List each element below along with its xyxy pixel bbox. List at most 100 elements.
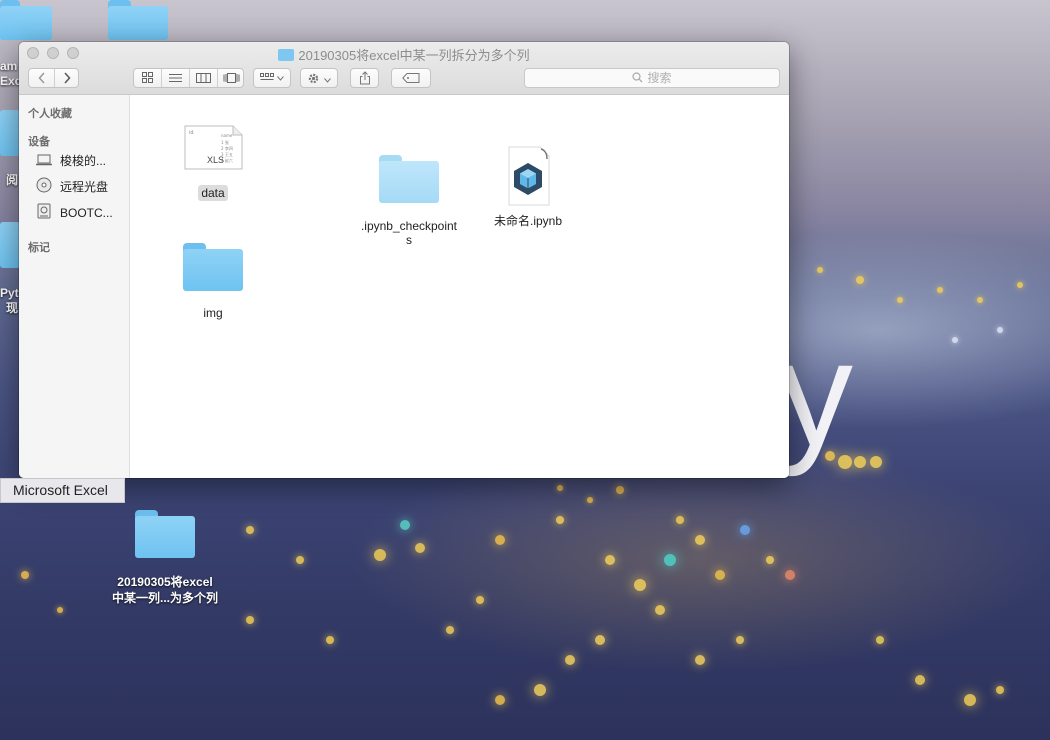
bokeh-light	[246, 526, 254, 534]
window-titlebar[interactable]: 20190305将excel中某一列拆分为多个列 搜索	[19, 42, 789, 95]
file-item-ipynb-checkpoints[interactable]	[354, 155, 464, 203]
bokeh-light	[736, 636, 744, 644]
cover-flow-button[interactable]	[218, 69, 244, 87]
nav-buttons	[28, 68, 79, 88]
window-title: 20190305将excel中某一列拆分为多个列	[19, 45, 789, 64]
bokeh-light	[655, 605, 665, 615]
svg-text:1 张: 1 张	[221, 139, 229, 145]
sidebar-item-mac[interactable]: 梭梭的...	[35, 151, 106, 171]
bokeh-light	[715, 570, 725, 580]
desktop-folder-label-line2: 中某一列...为多个列	[111, 591, 218, 605]
drive-icon	[37, 203, 51, 219]
file-name-line1: .ipynb_checkpoint	[360, 219, 458, 233]
bokeh-light	[876, 636, 884, 644]
file-name: data	[198, 185, 228, 201]
bokeh-light	[740, 525, 750, 535]
share-button[interactable]	[350, 68, 379, 88]
chevron-left-icon	[37, 72, 45, 84]
sidebar-item-label: 梭梭的...	[60, 154, 107, 168]
file-browser: id name 1 张 2 李四 3 王五 4 赵六 XLS data .ipy…	[130, 95, 789, 478]
bokeh-light	[856, 276, 864, 284]
desktop-folder-label[interactable]: 20190305将excel 中某一列...为多个列	[98, 574, 232, 606]
folder-icon	[278, 49, 295, 61]
icon-view-button[interactable]	[134, 69, 161, 87]
sidebar-item-remote-disc[interactable]: 远程光盘	[35, 177, 108, 197]
app-tooltip: Microsoft Excel	[0, 478, 125, 503]
folder-icon	[379, 155, 439, 203]
bokeh-light	[977, 297, 983, 303]
chevron-right-icon	[64, 72, 71, 84]
bokeh-light	[695, 655, 705, 665]
file-name: img	[203, 306, 223, 320]
bokeh-light	[937, 287, 943, 293]
column-view-button[interactable]	[190, 69, 217, 87]
desktop-partial-label: Pyt	[0, 286, 19, 300]
file-item-untitled-ipynb[interactable]: 未命名.ipynb	[484, 145, 572, 229]
chevron-down-icon	[323, 78, 331, 83]
file-name-line2: s	[406, 233, 412, 247]
desktop-folder[interactable]	[135, 510, 195, 558]
desktop-folder-partial-1[interactable]	[0, 0, 52, 40]
tag-icon	[402, 73, 420, 83]
file-item-data[interactable]: id name 1 张 2 李四 3 王五 4 赵六 XLS data	[176, 123, 250, 201]
tag-button[interactable]	[391, 68, 431, 88]
bokeh-light	[296, 556, 304, 564]
bokeh-light	[785, 570, 795, 580]
bokeh-light	[676, 516, 684, 524]
sidebar-item-label: 远程光盘	[60, 180, 109, 194]
bokeh-light	[57, 607, 63, 613]
svg-text:2 李四: 2 李四	[221, 145, 233, 151]
bokeh-light	[915, 675, 925, 685]
bokeh-light	[534, 684, 546, 696]
bokeh-light	[634, 579, 646, 591]
list-view-icon	[169, 74, 182, 82]
bokeh-light	[495, 535, 505, 545]
bokeh-light	[817, 267, 823, 273]
desktop-partial-label: 阅	[6, 173, 19, 187]
bokeh-light	[374, 549, 386, 561]
bokeh-light	[605, 555, 615, 565]
bokeh-light	[664, 554, 676, 566]
bokeh-light	[476, 596, 484, 604]
bokeh-light	[565, 655, 575, 665]
bokeh-light	[964, 694, 976, 706]
bokeh-light	[952, 337, 958, 343]
bokeh-light	[246, 616, 254, 624]
forward-button[interactable]	[55, 69, 79, 87]
bokeh-light	[766, 556, 774, 564]
file-item-img[interactable]: img	[178, 243, 248, 321]
bokeh-light	[495, 695, 505, 705]
window-title-text: 20190305将excel中某一列拆分为多个列	[298, 48, 530, 63]
desktop-folder-label-line1: 20190305将excel	[117, 575, 213, 589]
chevron-down-icon	[277, 76, 285, 81]
sidebar: 个人收藏 设备 梭梭的... 远程光盘 BOOTC... 标记	[19, 95, 130, 478]
folder-icon	[183, 243, 243, 291]
bokeh-light	[21, 571, 29, 579]
bokeh-light	[587, 497, 593, 503]
arrange-button[interactable]	[253, 68, 291, 88]
bokeh-light	[595, 635, 605, 645]
bokeh-light	[854, 456, 866, 468]
sidebar-item-bootcamp[interactable]: BOOTC...	[35, 203, 113, 223]
file-name: 未命名.ipynb	[493, 214, 563, 228]
desktop-folder-partial-2[interactable]	[108, 0, 168, 40]
search-placeholder: 搜索	[647, 71, 672, 85]
action-button[interactable]	[300, 68, 338, 88]
back-button[interactable]	[29, 69, 54, 87]
bokeh-light	[557, 485, 563, 491]
bokeh-light	[415, 543, 425, 553]
list-view-button[interactable]	[162, 69, 189, 87]
sidebar-item-label: BOOTC...	[60, 206, 113, 220]
disc-icon	[36, 177, 52, 193]
bokeh-light	[997, 327, 1003, 333]
svg-text:name: name	[221, 133, 233, 138]
desktop-folder-partial-4[interactable]	[0, 222, 20, 268]
search-input[interactable]: 搜索	[524, 68, 780, 88]
arrange-grid-icon	[259, 73, 274, 80]
finder-window: 20190305将excel中某一列拆分为多个列 搜索 个人收藏 设备 梭梭的.…	[19, 42, 789, 478]
search-icon	[632, 72, 643, 83]
sidebar-heading-tags: 标记	[28, 242, 50, 254]
cover-flow-icon	[223, 73, 239, 83]
sidebar-heading-devices: 设备	[28, 136, 50, 148]
desktop-folder-partial-3[interactable]	[0, 110, 20, 156]
